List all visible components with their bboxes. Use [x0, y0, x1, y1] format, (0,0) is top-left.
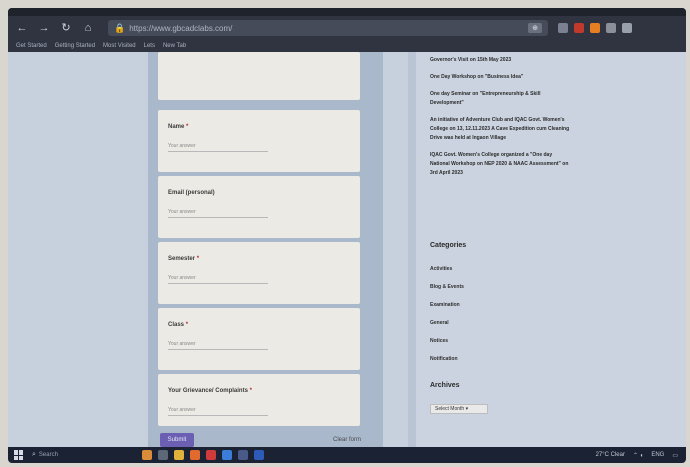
- reload-icon[interactable]: ↻: [58, 20, 74, 36]
- taskbar-search-placeholder: Search: [38, 452, 58, 458]
- input-underline: [168, 217, 268, 218]
- recent-post-link[interactable]: Governor's Visit on 15th May 2023: [430, 56, 570, 65]
- app-icon[interactable]: [254, 450, 264, 460]
- category-link[interactable]: Examination: [430, 302, 460, 308]
- bookmarks-bar: Get Started Getting Started Most Visited…: [8, 40, 686, 52]
- navigation-toolbar: ← → ↻ ⌂ 🔒 https://www.gbcadclabs.com/ ⊕: [8, 16, 686, 40]
- address-bar[interactable]: 🔒 https://www.gbcadclabs.com/ ⊕: [108, 20, 548, 36]
- recent-posts: Governor's Visit on 15th May 2023 One Da…: [430, 56, 570, 186]
- grievance-input[interactable]: Your answer: [168, 407, 196, 413]
- question-label: Your Grievance/ Complaints *: [168, 388, 252, 394]
- zoom-badge[interactable]: ⊕: [528, 23, 542, 33]
- windows-start-icon[interactable]: [14, 450, 24, 460]
- file-explorer-icon[interactable]: [174, 450, 184, 460]
- question-card-grievance: Your Grievance/ Complaints * Your answer: [158, 374, 360, 426]
- category-link[interactable]: Activities: [430, 266, 452, 272]
- bookmark-item[interactable]: New Tab: [163, 43, 186, 49]
- category-link[interactable]: Notices: [430, 338, 448, 344]
- lock-icon: 🔒: [114, 22, 126, 33]
- forward-icon[interactable]: →: [36, 20, 52, 36]
- email-input[interactable]: Your answer: [168, 209, 196, 215]
- home-icon[interactable]: ⌂: [80, 20, 96, 36]
- extension-icon[interactable]: [590, 23, 600, 33]
- bookmark-item[interactable]: Most Visited: [103, 43, 136, 49]
- input-underline: [168, 349, 268, 350]
- input-underline: [168, 415, 268, 416]
- recent-post-link[interactable]: One Day Workshop on "Business Idea": [430, 73, 570, 82]
- recent-post-link[interactable]: One day Seminar on "Entrepreneurship & S…: [430, 90, 570, 108]
- menu-icon[interactable]: [622, 23, 632, 33]
- app-icon[interactable]: [206, 450, 216, 460]
- edge-icon[interactable]: [222, 450, 232, 460]
- monitor-screen: ← → ↻ ⌂ 🔒 https://www.gbcadclabs.com/ ⊕ …: [8, 8, 686, 463]
- submit-button[interactable]: Submit: [160, 433, 194, 447]
- back-icon[interactable]: ←: [14, 20, 30, 36]
- notification-icon[interactable]: ▭: [672, 452, 678, 459]
- grievance-form: Name * Your answer Email (personal) Your…: [148, 52, 383, 447]
- category-link[interactable]: General: [430, 320, 449, 326]
- bookmark-item[interactable]: Getting Started: [55, 43, 95, 49]
- question-card-email: Email (personal) Your answer: [158, 176, 360, 238]
- input-underline: [168, 151, 268, 152]
- question-label: Email (personal): [168, 190, 215, 196]
- taskbar-apps: [142, 450, 264, 460]
- clear-form-button[interactable]: Clear form: [333, 437, 361, 443]
- network-icon[interactable]: ⌃ ◖: [633, 452, 643, 459]
- tab-strip: [8, 8, 686, 16]
- sidebar: Governor's Visit on 15th May 2023 One Da…: [408, 52, 686, 447]
- bookmark-item[interactable]: Get Started: [16, 43, 47, 49]
- form-card-top: [158, 52, 360, 100]
- bookmark-item[interactable]: Lets: [144, 43, 155, 49]
- category-link[interactable]: Blog & Events: [430, 284, 464, 290]
- browser-chrome: ← → ↻ ⌂ 🔒 https://www.gbcadclabs.com/ ⊕ …: [8, 8, 686, 52]
- input-underline: [168, 283, 268, 284]
- question-card-class: Class * Your answer: [158, 308, 360, 370]
- semester-input[interactable]: Your answer: [168, 275, 196, 281]
- taskbar-search[interactable]: ⌕ Search: [32, 449, 112, 461]
- firefox-icon[interactable]: [190, 450, 200, 460]
- store-icon[interactable]: [238, 450, 248, 460]
- download-icon[interactable]: [574, 23, 584, 33]
- weather-widget[interactable]: 27°C Clear: [596, 452, 625, 458]
- question-label: Class *: [168, 322, 189, 328]
- class-input[interactable]: Your answer: [168, 341, 196, 347]
- archives-heading: Archives: [430, 382, 460, 389]
- web-page: Name * Your answer Email (personal) Your…: [8, 52, 686, 447]
- extension-icons: [558, 23, 632, 33]
- question-label: Semester *: [168, 256, 200, 262]
- archives-select[interactable]: Select Month ▾: [430, 404, 488, 414]
- question-label: Name *: [168, 124, 189, 130]
- question-card-semester: Semester * Your answer: [158, 242, 360, 304]
- app-icon[interactable]: [142, 450, 152, 460]
- categories-heading: Categories: [430, 242, 467, 249]
- recent-post-link[interactable]: IQAC Govt. Women's College organized a "…: [430, 151, 570, 178]
- search-icon: ⌕: [32, 451, 36, 458]
- address-url: https://www.gbcadclabs.com/: [129, 23, 233, 33]
- name-input[interactable]: Your answer: [168, 143, 196, 149]
- language-indicator[interactable]: ENG: [651, 452, 664, 458]
- recent-post-link[interactable]: An initiative of Adventure Club and IQAC…: [430, 116, 570, 143]
- shield-icon[interactable]: [558, 23, 568, 33]
- taskbar: ⌕ Search 27°C Clear ⌃ ◖ ENG ▭: [8, 447, 686, 463]
- system-tray: 27°C Clear ⌃ ◖ ENG ▭: [596, 452, 678, 459]
- task-view-icon[interactable]: [158, 450, 168, 460]
- account-icon[interactable]: [606, 23, 616, 33]
- category-link[interactable]: Notification: [430, 356, 458, 362]
- question-card-name: Name * Your answer: [158, 110, 360, 172]
